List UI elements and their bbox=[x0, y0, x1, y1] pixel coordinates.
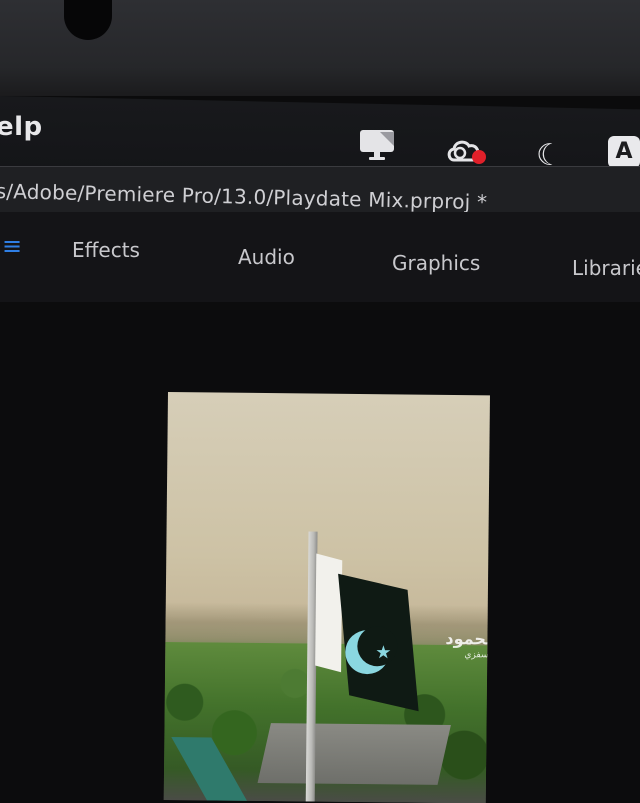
video-frame[interactable]: ★ محمود يوسفزي bbox=[163, 392, 490, 803]
display-icon[interactable] bbox=[358, 128, 398, 162]
tab-audio[interactable]: Audio bbox=[238, 245, 295, 269]
tab-graphics[interactable]: Graphics bbox=[392, 251, 480, 275]
input-source-icon[interactable]: A bbox=[608, 136, 640, 168]
screen-bezel bbox=[0, 0, 640, 96]
flag-white-band bbox=[315, 553, 343, 673]
hamburger-icon[interactable]: ≡ bbox=[2, 234, 22, 258]
creative-cloud-icon[interactable] bbox=[446, 136, 486, 166]
video-watermark: محمود يوسفزي bbox=[445, 628, 490, 664]
tab-libraries[interactable]: Librarie bbox=[572, 256, 640, 280]
watermark-subtitle: يوسفزي bbox=[464, 650, 490, 661]
watermark-name: محمود bbox=[445, 628, 490, 649]
tab-effects[interactable]: Effects bbox=[72, 238, 140, 262]
camera-notch bbox=[64, 0, 112, 40]
building-roof bbox=[257, 723, 451, 785]
star-icon: ★ bbox=[375, 642, 392, 664]
menu-help[interactable]: elp bbox=[0, 112, 43, 142]
